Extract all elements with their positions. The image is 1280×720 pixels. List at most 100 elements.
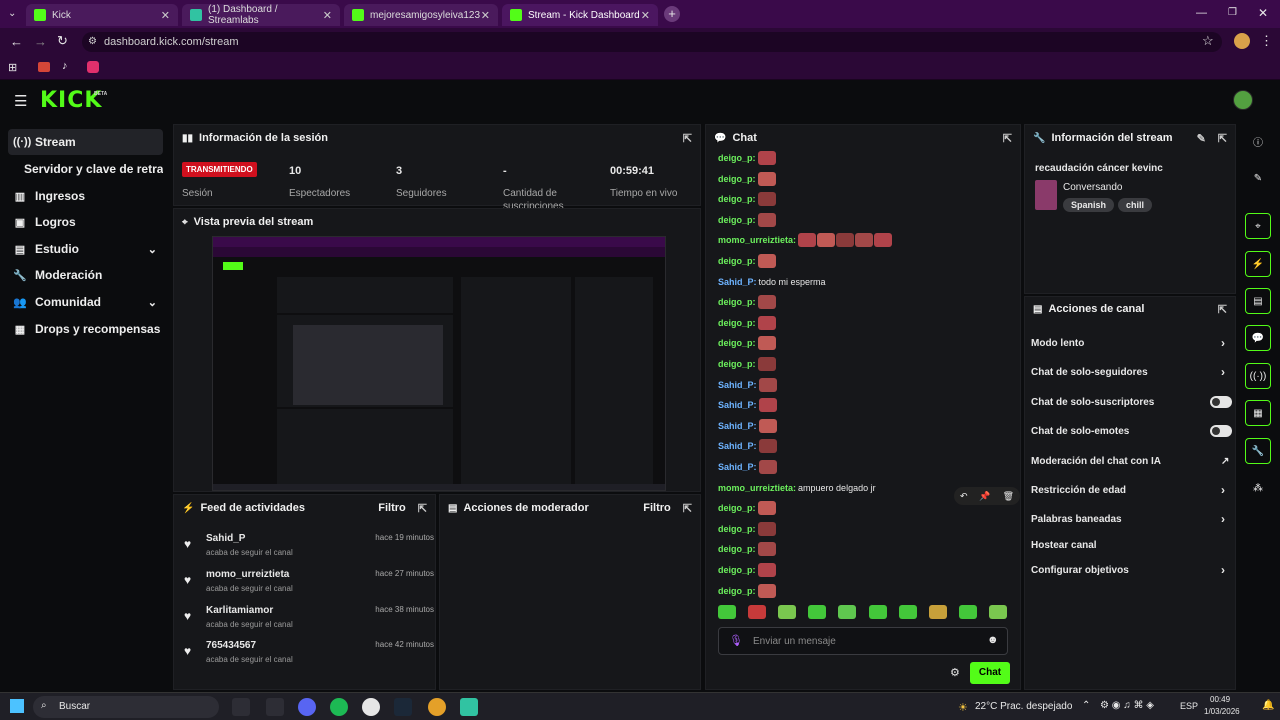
feed-user[interactable]: momo_urreiztieta: [206, 569, 289, 580]
clock-date[interactable]: 1/03/2026: [1204, 707, 1240, 716]
microphone-icon[interactable]: 🎙: [729, 634, 743, 647]
feed-user[interactable]: 765434567: [206, 640, 256, 651]
notifications-icon[interactable]: 🔔: [1262, 700, 1274, 711]
subscribers-only-toggle[interactable]: [1210, 396, 1232, 408]
chat-username[interactable]: deigo_p:: [718, 215, 756, 225]
weather-text[interactable]: 22°C Prac. despejado: [975, 701, 1072, 712]
chat-username[interactable]: deigo_p:: [718, 586, 756, 596]
windows-start-icon[interactable]: [10, 699, 24, 713]
tiktok-icon[interactable]: ♪: [62, 60, 68, 72]
emote-icon[interactable]: [838, 605, 857, 619]
forward-icon[interactable]: →: [34, 34, 47, 49]
chat-username[interactable]: Sahid_P:: [718, 277, 757, 287]
back-icon[interactable]: ←: [10, 34, 23, 49]
emote-icon[interactable]: [988, 605, 1007, 619]
chat-message[interactable]: deigo_p:: [718, 314, 777, 332]
apps-grid-icon[interactable]: ⊞: [8, 61, 17, 74]
chat-username[interactable]: deigo_p:: [718, 338, 756, 348]
chat-username[interactable]: deigo_p:: [718, 565, 756, 575]
sidebar-item-estudio[interactable]: ▤ Estudio ⌄: [8, 236, 163, 262]
chat-icon[interactable]: 💬: [1245, 325, 1271, 351]
action-host-channel[interactable]: Hostear canal: [1031, 534, 1231, 556]
browser-tab-kick[interactable]: Kick ✕: [26, 4, 178, 26]
chat-username[interactable]: deigo_p:: [718, 256, 756, 266]
gmail-icon[interactable]: [38, 62, 50, 72]
tray-chevron-icon[interactable]: ⌃: [1082, 700, 1090, 711]
reply-icon[interactable]: ↶: [960, 491, 968, 502]
site-info-icon[interactable]: ⚙: [88, 32, 97, 52]
chat-username[interactable]: deigo_p:: [718, 544, 756, 554]
chat-message[interactable]: deigo_p:: [718, 170, 777, 188]
chat-message[interactable]: Sahid_P:: [718, 437, 778, 455]
pin-icon[interactable]: 📌: [979, 491, 990, 502]
sidebar-item-stream[interactable]: ((·)) Stream: [8, 129, 163, 155]
chat-message[interactable]: Sahid_P:: [718, 376, 778, 394]
feed-user[interactable]: Karlitamiamor: [206, 605, 273, 616]
chat-message[interactable]: momo_urreiztieta:: [718, 231, 893, 249]
browser-tab-streamlabs[interactable]: (1) Dashboard / Streamlabs ✕: [182, 4, 340, 26]
obs-icon[interactable]: [362, 698, 380, 716]
language-indicator[interactable]: ESP: [1180, 701, 1198, 711]
action-configure-goals[interactable]: Configurar objetivos ›: [1031, 559, 1231, 581]
chat-message[interactable]: Sahid_P:: [718, 417, 778, 435]
popout-icon[interactable]: ⇱: [1218, 303, 1227, 316]
taskbar-search[interactable]: ⌕ Buscar: [33, 696, 219, 718]
chat-message[interactable]: deigo_p:: [718, 582, 777, 599]
emote-icon[interactable]: [868, 605, 887, 619]
action-ai-moderation[interactable]: Moderación del chat con IA ↗: [1031, 450, 1231, 472]
delete-icon[interactable]: 🗑: [1003, 491, 1014, 502]
popout-icon[interactable]: ⇱: [683, 502, 692, 515]
popout-icon[interactable]: ⇱: [418, 502, 427, 515]
chat-username[interactable]: Sahid_P:: [718, 421, 757, 431]
chat-username[interactable]: Sahid_P:: [718, 380, 757, 390]
spotify-icon[interactable]: [330, 698, 348, 716]
chat-username[interactable]: Sahid_P:: [718, 441, 757, 451]
task-view-icon[interactable]: [232, 698, 250, 716]
broadcast-icon[interactable]: ((·)): [1245, 363, 1271, 389]
chat-messages[interactable]: deigo_p: deigo_p: deigo_p: deigo_p: momo_urr…: [706, 147, 1020, 599]
close-tab-icon[interactable]: ✕: [481, 9, 490, 22]
feed-user[interactable]: Sahid_P: [206, 533, 245, 544]
user-avatar[interactable]: [1233, 90, 1253, 110]
chat-message[interactable]: deigo_p:: [718, 355, 777, 373]
new-tab-button[interactable]: +: [664, 6, 680, 22]
url-field[interactable]: ⚙ dashboard.kick.com/stream: [82, 32, 1222, 52]
chat-message[interactable]: Sahid_P:: [718, 458, 778, 476]
app-icon[interactable]: [266, 698, 284, 716]
discord-icon[interactable]: [298, 698, 316, 716]
clipboard-icon[interactable]: ▤: [1245, 288, 1271, 314]
browser-tab-mejoresamigos[interactable]: mejoresamigosyleiva123 Stream ✕: [344, 4, 498, 26]
chat-input[interactable]: 🎙 Enviar un mensaje ☻: [718, 627, 1008, 655]
steam-icon[interactable]: [394, 698, 412, 716]
emote-icon[interactable]: [808, 605, 827, 619]
emote-icon[interactable]: [778, 605, 797, 619]
close-tab-icon[interactable]: ✕: [323, 9, 332, 22]
browser-menu-icon[interactable]: ⋮: [1260, 33, 1273, 49]
action-banned-words[interactable]: Palabras baneadas ›: [1031, 508, 1231, 530]
tab-list-chevron-icon[interactable]: ⌄: [8, 8, 16, 19]
popout-icon[interactable]: ⇱: [1218, 132, 1227, 145]
tray-icons[interactable]: ⚙ ◉ ♫ ⌘ ◈: [1100, 700, 1154, 711]
popout-icon[interactable]: ⇱: [683, 132, 692, 145]
chat-message[interactable]: deigo_p:: [718, 293, 777, 311]
chat-message[interactable]: deigo_p:: [718, 561, 777, 579]
chat-username[interactable]: momo_urreiztieta:: [718, 235, 796, 245]
close-window-icon[interactable]: ✕: [1258, 6, 1268, 20]
action-age-restriction[interactable]: Restricción de edad ›: [1031, 479, 1231, 501]
filter-button[interactable]: Filtro: [643, 502, 671, 514]
chat-message[interactable]: deigo_p:: [718, 520, 777, 538]
chat-message[interactable]: deigo_p:: [718, 252, 777, 270]
instagram-icon[interactable]: [87, 61, 99, 73]
sidebar-item-moderacion[interactable]: 🔧 Moderación: [8, 262, 163, 288]
chat-message[interactable]: deigo_p:: [718, 211, 777, 229]
info-icon[interactable]: ⓘ: [1245, 128, 1271, 154]
tag-pill[interactable]: Spanish: [1063, 198, 1115, 212]
filter-button[interactable]: Filtro: [378, 502, 406, 514]
chat-username[interactable]: deigo_p:: [718, 359, 756, 369]
bookmark-star-icon[interactable]: ☆: [1202, 33, 1214, 49]
minimize-window-icon[interactable]: —: [1196, 7, 1207, 19]
chat-username[interactable]: deigo_p:: [718, 174, 756, 184]
action-followers-only[interactable]: Chat de solo-seguidores ›: [1031, 361, 1231, 383]
popout-icon[interactable]: ⇱: [1003, 132, 1012, 145]
sidebar-item-drops[interactable]: ▦ Drops y recompensas: [8, 316, 163, 342]
